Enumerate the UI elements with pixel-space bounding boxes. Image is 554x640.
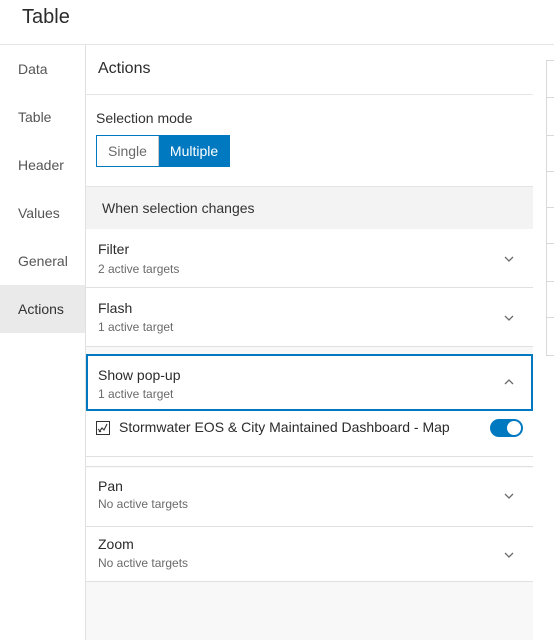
sidebar-item-actions[interactable]: Actions: [0, 285, 85, 333]
selection-mode-multiple-button[interactable]: Multiple: [157, 136, 230, 166]
action-zoom-status: No active targets: [98, 556, 189, 570]
toggle-knob: [507, 421, 521, 435]
background-panel-edge: [546, 60, 554, 356]
action-zoom-title: Zoom: [98, 536, 134, 552]
action-flash-title: Flash: [98, 300, 133, 316]
sidebar-item-general[interactable]: General: [0, 237, 85, 285]
action-show-popup[interactable]: Show pop-up 1 active target: [86, 354, 533, 411]
section-spacer: [86, 457, 533, 467]
selection-mode-single-button[interactable]: Single: [97, 136, 158, 166]
chevron-down-icon: [504, 315, 514, 321]
action-pan[interactable]: Pan No active targets: [86, 468, 533, 527]
action-pan-status: No active targets: [98, 497, 189, 511]
panel-header: Actions: [86, 45, 533, 95]
popup-target-toggle[interactable]: [490, 419, 523, 437]
action-flash-status: 1 active target: [98, 320, 174, 334]
sidebar-item-header[interactable]: Header: [0, 141, 85, 189]
when-selection-changes-label: When selection changes: [102, 200, 255, 216]
action-filter[interactable]: Filter 2 active targets: [86, 229, 533, 288]
popup-target-row: Stormwater EOS & City Maintained Dashboa…: [86, 411, 533, 457]
action-show-popup-status: 1 active target: [98, 387, 174, 401]
selection-mode-section: Selection mode Single Multiple: [86, 95, 533, 187]
action-show-popup-title: Show pop-up: [98, 367, 181, 383]
when-selection-changes-header: When selection changes: [86, 187, 533, 229]
sidebar-item-table[interactable]: Table: [0, 93, 85, 141]
action-flash[interactable]: Flash 1 active target: [86, 288, 533, 347]
chevron-down-icon: [504, 552, 514, 558]
action-zoom[interactable]: Zoom No active targets: [86, 527, 533, 582]
action-filter-title: Filter: [98, 241, 130, 257]
action-pan-title: Pan: [98, 478, 123, 494]
chevron-down-icon: [504, 256, 514, 262]
actions-panel: Actions Selection mode Single Multiple W…: [86, 45, 533, 640]
popup-target-label: Stormwater EOS & City Maintained Dashboa…: [119, 419, 450, 435]
widget-title: Table: [22, 6, 70, 28]
sidebar-item-data[interactable]: Data: [0, 45, 85, 93]
selection-mode-label: Selection mode: [96, 110, 193, 126]
chevron-up-icon: [504, 379, 514, 385]
sidebar: Data Table Header Values General Actions: [0, 45, 86, 640]
chevron-down-icon: [504, 493, 514, 499]
panel-title: Actions: [98, 60, 151, 77]
top-bar: Table: [0, 0, 554, 45]
sidebar-item-values[interactable]: Values: [0, 189, 85, 237]
map-widget-icon: [96, 421, 110, 435]
action-filter-status: 2 active targets: [98, 262, 180, 276]
selection-mode-toggle: Single Multiple: [96, 135, 231, 167]
